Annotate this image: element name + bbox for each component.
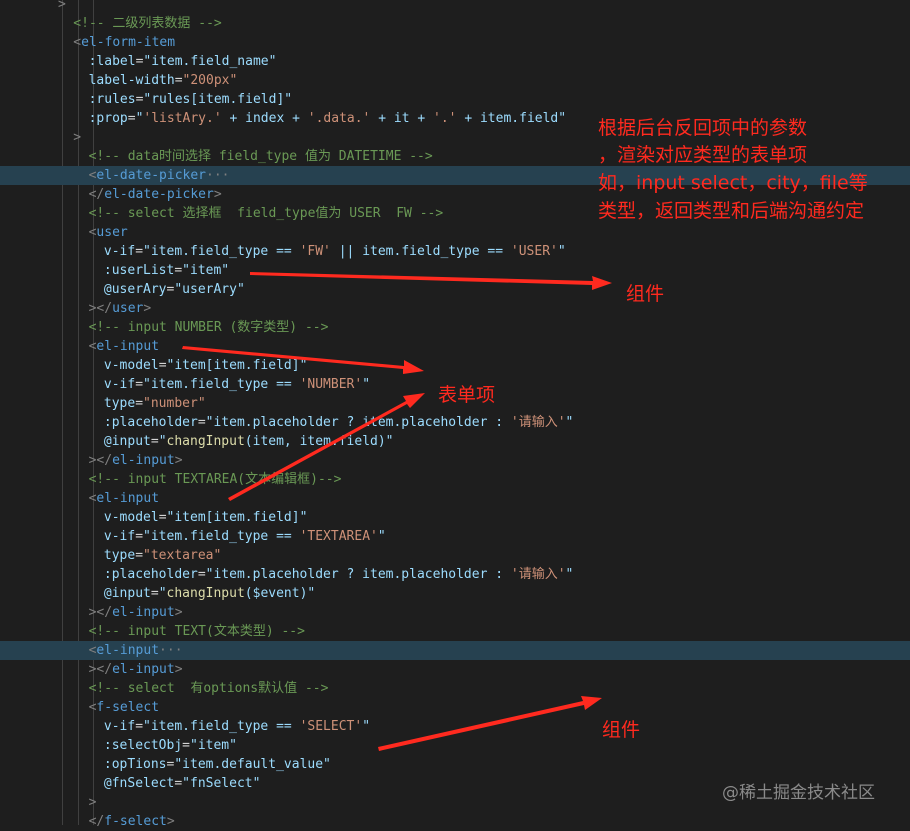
- arrow-to-form-item-lower: [228, 393, 425, 501]
- watermark: @稀土掘金技术社区: [722, 783, 875, 803]
- arrow-to-component-bottom: [378, 696, 602, 751]
- arrow-to-component-top: [250, 272, 612, 290]
- annotation-arrows: [182, 272, 612, 751]
- arrow-to-form-item-upper: [182, 346, 424, 374]
